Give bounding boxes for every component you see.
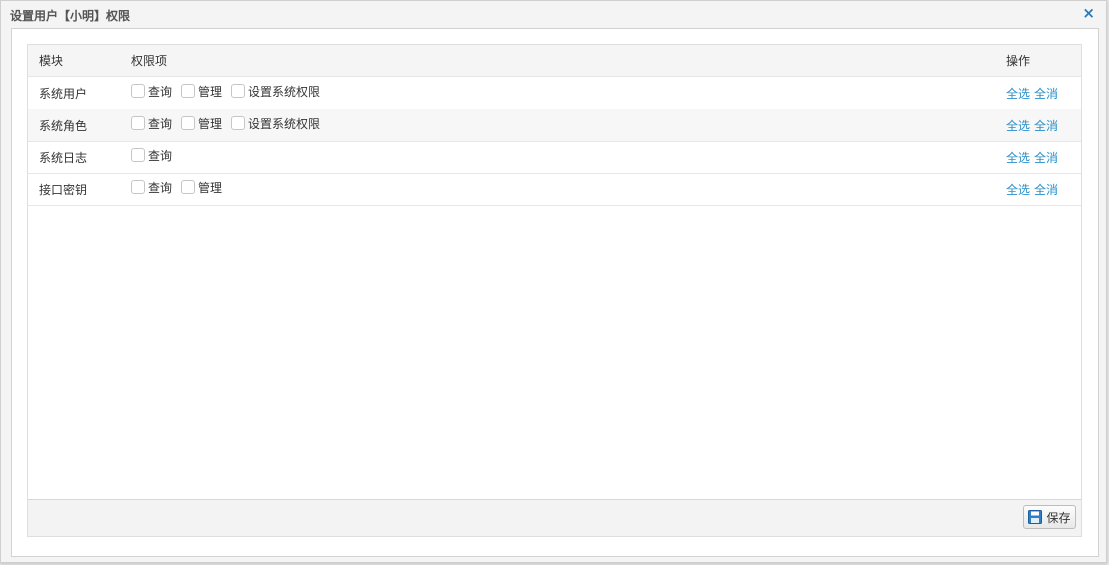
permission-panel: 模块 权限项 操作 系统用户 查询 管理 设置系统权限 全选 全消 系统角色 查…	[27, 44, 1082, 537]
save-icon	[1028, 510, 1043, 524]
clear-all-link[interactable]: 全消	[1034, 85, 1058, 102]
permission-list: 查询 管理 设置系统权限	[131, 109, 329, 141]
select-all-link[interactable]: 全选	[1006, 117, 1030, 134]
module-name: 系统角色	[39, 118, 88, 133]
permission-option[interactable]: 管理	[181, 179, 222, 196]
row-operations: 全选 全消	[1006, 141, 1062, 173]
row-operations: 全选 全消	[1006, 109, 1062, 141]
permission-list: 查询	[131, 141, 181, 173]
checkbox[interactable]	[181, 116, 196, 130]
permission-label: 管理	[198, 116, 223, 131]
header-permissions: 权限项	[131, 54, 168, 68]
permission-option[interactable]: 管理	[181, 83, 222, 100]
table-row: 系统日志 查询 全选 全消	[28, 141, 1081, 174]
header-operations: 操作	[1006, 54, 1031, 68]
table-header: 模块 权限项 操作	[28, 45, 1081, 77]
permission-label: 查询	[148, 116, 173, 131]
permission-label: 管理	[198, 180, 223, 195]
permission-label: 设置系统权限	[248, 116, 321, 131]
save-button[interactable]: 保存	[1023, 505, 1076, 529]
clear-all-link[interactable]: 全消	[1034, 181, 1058, 198]
permission-dialog: 设置用户【小明】权限 × 模块 权限项 操作 系统用户 查询 管理 设置系统权限…	[0, 0, 1107, 563]
select-all-link[interactable]: 全选	[1006, 181, 1030, 198]
checkbox[interactable]	[131, 148, 145, 162]
row-operations: 全选 全消	[1006, 173, 1062, 205]
table-row: 系统角色 查询 管理 设置系统权限 全选 全消	[28, 109, 1081, 142]
permission-label: 查询	[148, 180, 173, 195]
dialog-content: 模块 权限项 操作 系统用户 查询 管理 设置系统权限 全选 全消 系统角色 查…	[11, 28, 1099, 557]
module-name: 系统日志	[39, 150, 88, 165]
checkbox[interactable]	[131, 84, 145, 98]
dialog-titlebar: 设置用户【小明】权限 ×	[1, 1, 1106, 27]
clear-all-link[interactable]: 全消	[1034, 117, 1058, 134]
permission-option[interactable]: 设置系统权限	[231, 83, 320, 100]
permission-label: 管理	[198, 84, 223, 99]
select-all-link[interactable]: 全选	[1006, 85, 1030, 102]
checkbox[interactable]	[181, 180, 196, 194]
module-name: 系统用户	[39, 86, 88, 101]
row-operations: 全选 全消	[1006, 77, 1062, 109]
checkbox[interactable]	[131, 180, 145, 194]
table-row: 系统用户 查询 管理 设置系统权限 全选 全消	[28, 77, 1081, 110]
permission-option[interactable]: 设置系统权限	[231, 115, 320, 132]
header-module: 模块	[39, 54, 64, 68]
permission-option[interactable]: 查询	[131, 83, 172, 100]
permission-option[interactable]: 查询	[131, 179, 172, 196]
module-name: 接口密钥	[39, 182, 88, 197]
permission-option[interactable]: 管理	[181, 115, 222, 132]
permission-label: 设置系统权限	[248, 84, 321, 99]
checkbox[interactable]	[231, 84, 246, 98]
select-all-link[interactable]: 全选	[1006, 149, 1030, 166]
permission-list: 查询 管理	[131, 173, 231, 205]
dialog-title: 设置用户【小明】权限	[10, 9, 131, 23]
checkbox[interactable]	[131, 116, 145, 130]
permission-option[interactable]: 查询	[131, 147, 172, 164]
clear-all-link[interactable]: 全消	[1034, 149, 1058, 166]
panel-footer: 保存	[28, 499, 1081, 536]
checkbox[interactable]	[181, 84, 196, 98]
close-icon[interactable]: ×	[1082, 4, 1095, 22]
permission-label: 查询	[148, 148, 173, 163]
table-row: 接口密钥 查询 管理 全选 全消	[28, 173, 1081, 206]
permission-option[interactable]: 查询	[131, 115, 172, 132]
permission-label: 查询	[148, 84, 173, 99]
permission-list: 查询 管理 设置系统权限	[131, 77, 329, 109]
save-label: 保存	[1046, 510, 1071, 525]
checkbox[interactable]	[231, 116, 246, 130]
